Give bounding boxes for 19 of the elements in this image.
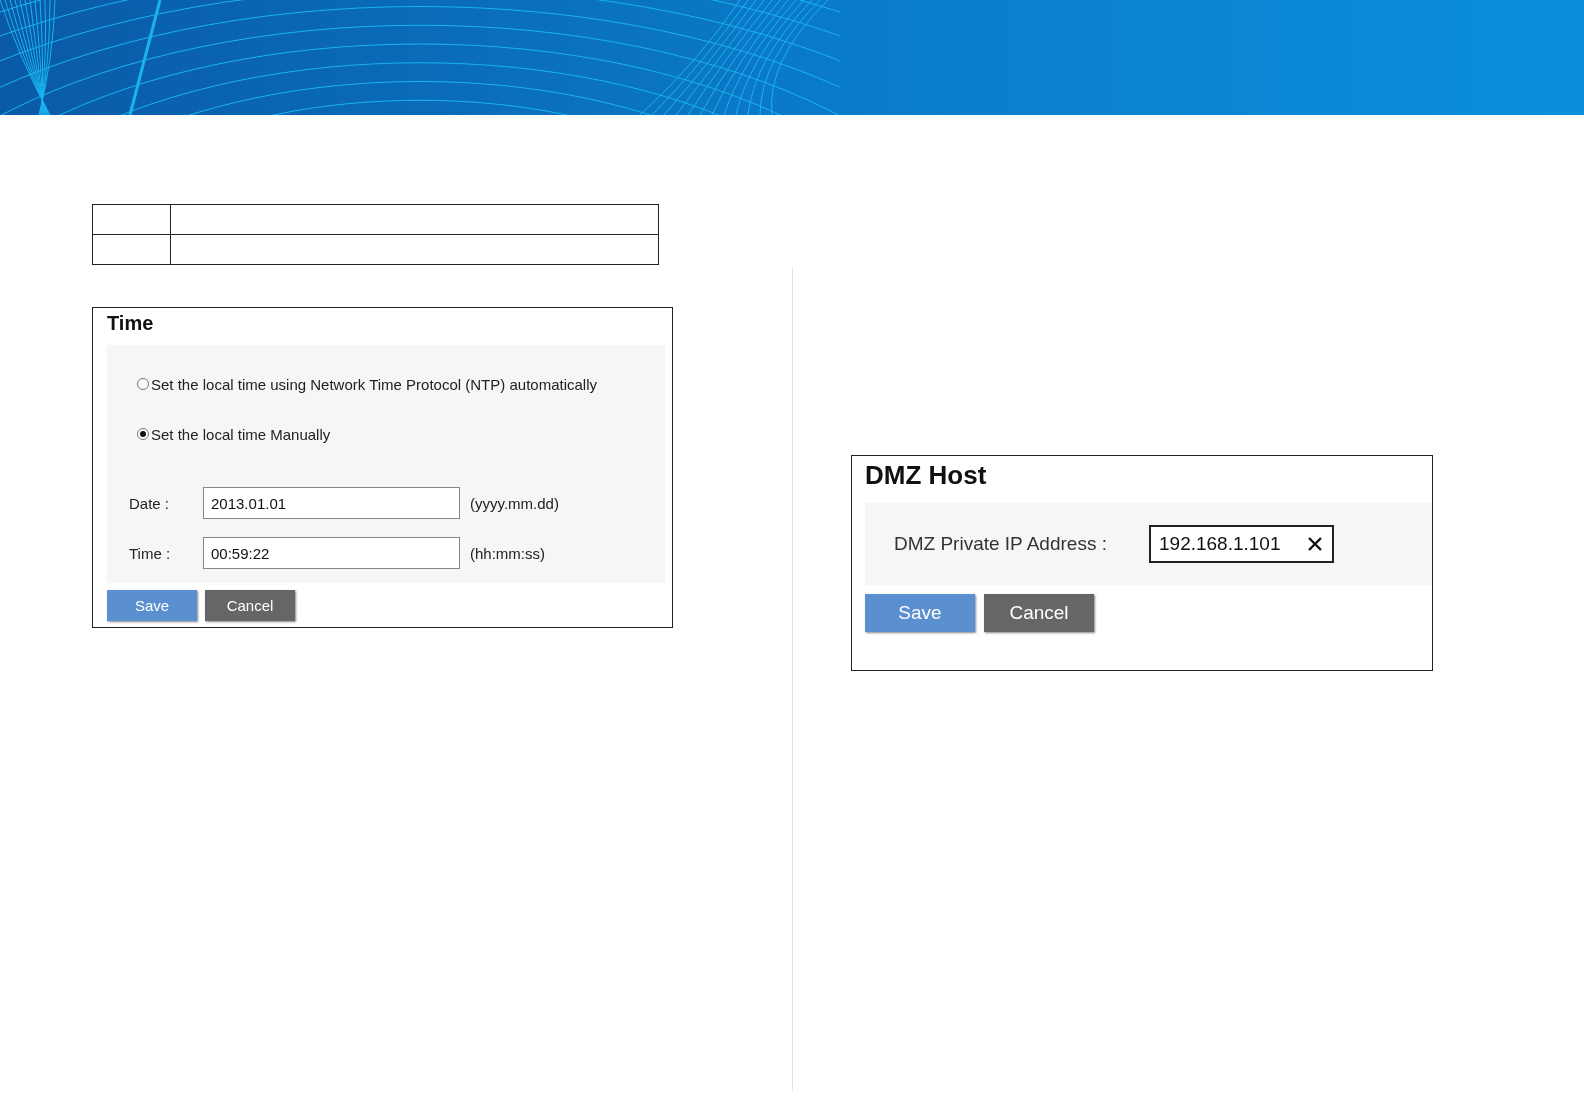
format-hint: (hh:mm:ss)	[470, 544, 545, 562]
format-hint: (yyyy.mm.dd)	[470, 494, 559, 512]
input-field[interactable]: 00:59:22	[203, 537, 460, 569]
input-field[interactable]: 2013.01.01	[203, 487, 460, 519]
ip-address-field[interactable]: 192.168.1.101	[1149, 525, 1334, 563]
radio-button[interactable]	[137, 378, 149, 390]
radio-label: Set the local time Manually	[151, 425, 331, 443]
panel-title: Time	[107, 311, 155, 336]
radio-label: Set the local time using Network Time Protocol (NTP) automatically	[151, 375, 597, 393]
cancel-button[interactable]: Cancel	[205, 590, 295, 621]
field-label: Time :	[129, 544, 172, 562]
save-button[interactable]: Save	[107, 590, 197, 621]
panel-title: DMZ Host	[865, 459, 988, 492]
close-icon[interactable]	[1307, 536, 1323, 552]
save-button[interactable]: Save	[865, 594, 975, 632]
cancel-button[interactable]: Cancel	[984, 594, 1094, 632]
field-label: DMZ Private IP Address :	[894, 533, 1108, 555]
radio-button[interactable]	[137, 428, 149, 440]
field-label: Date :	[129, 494, 171, 512]
